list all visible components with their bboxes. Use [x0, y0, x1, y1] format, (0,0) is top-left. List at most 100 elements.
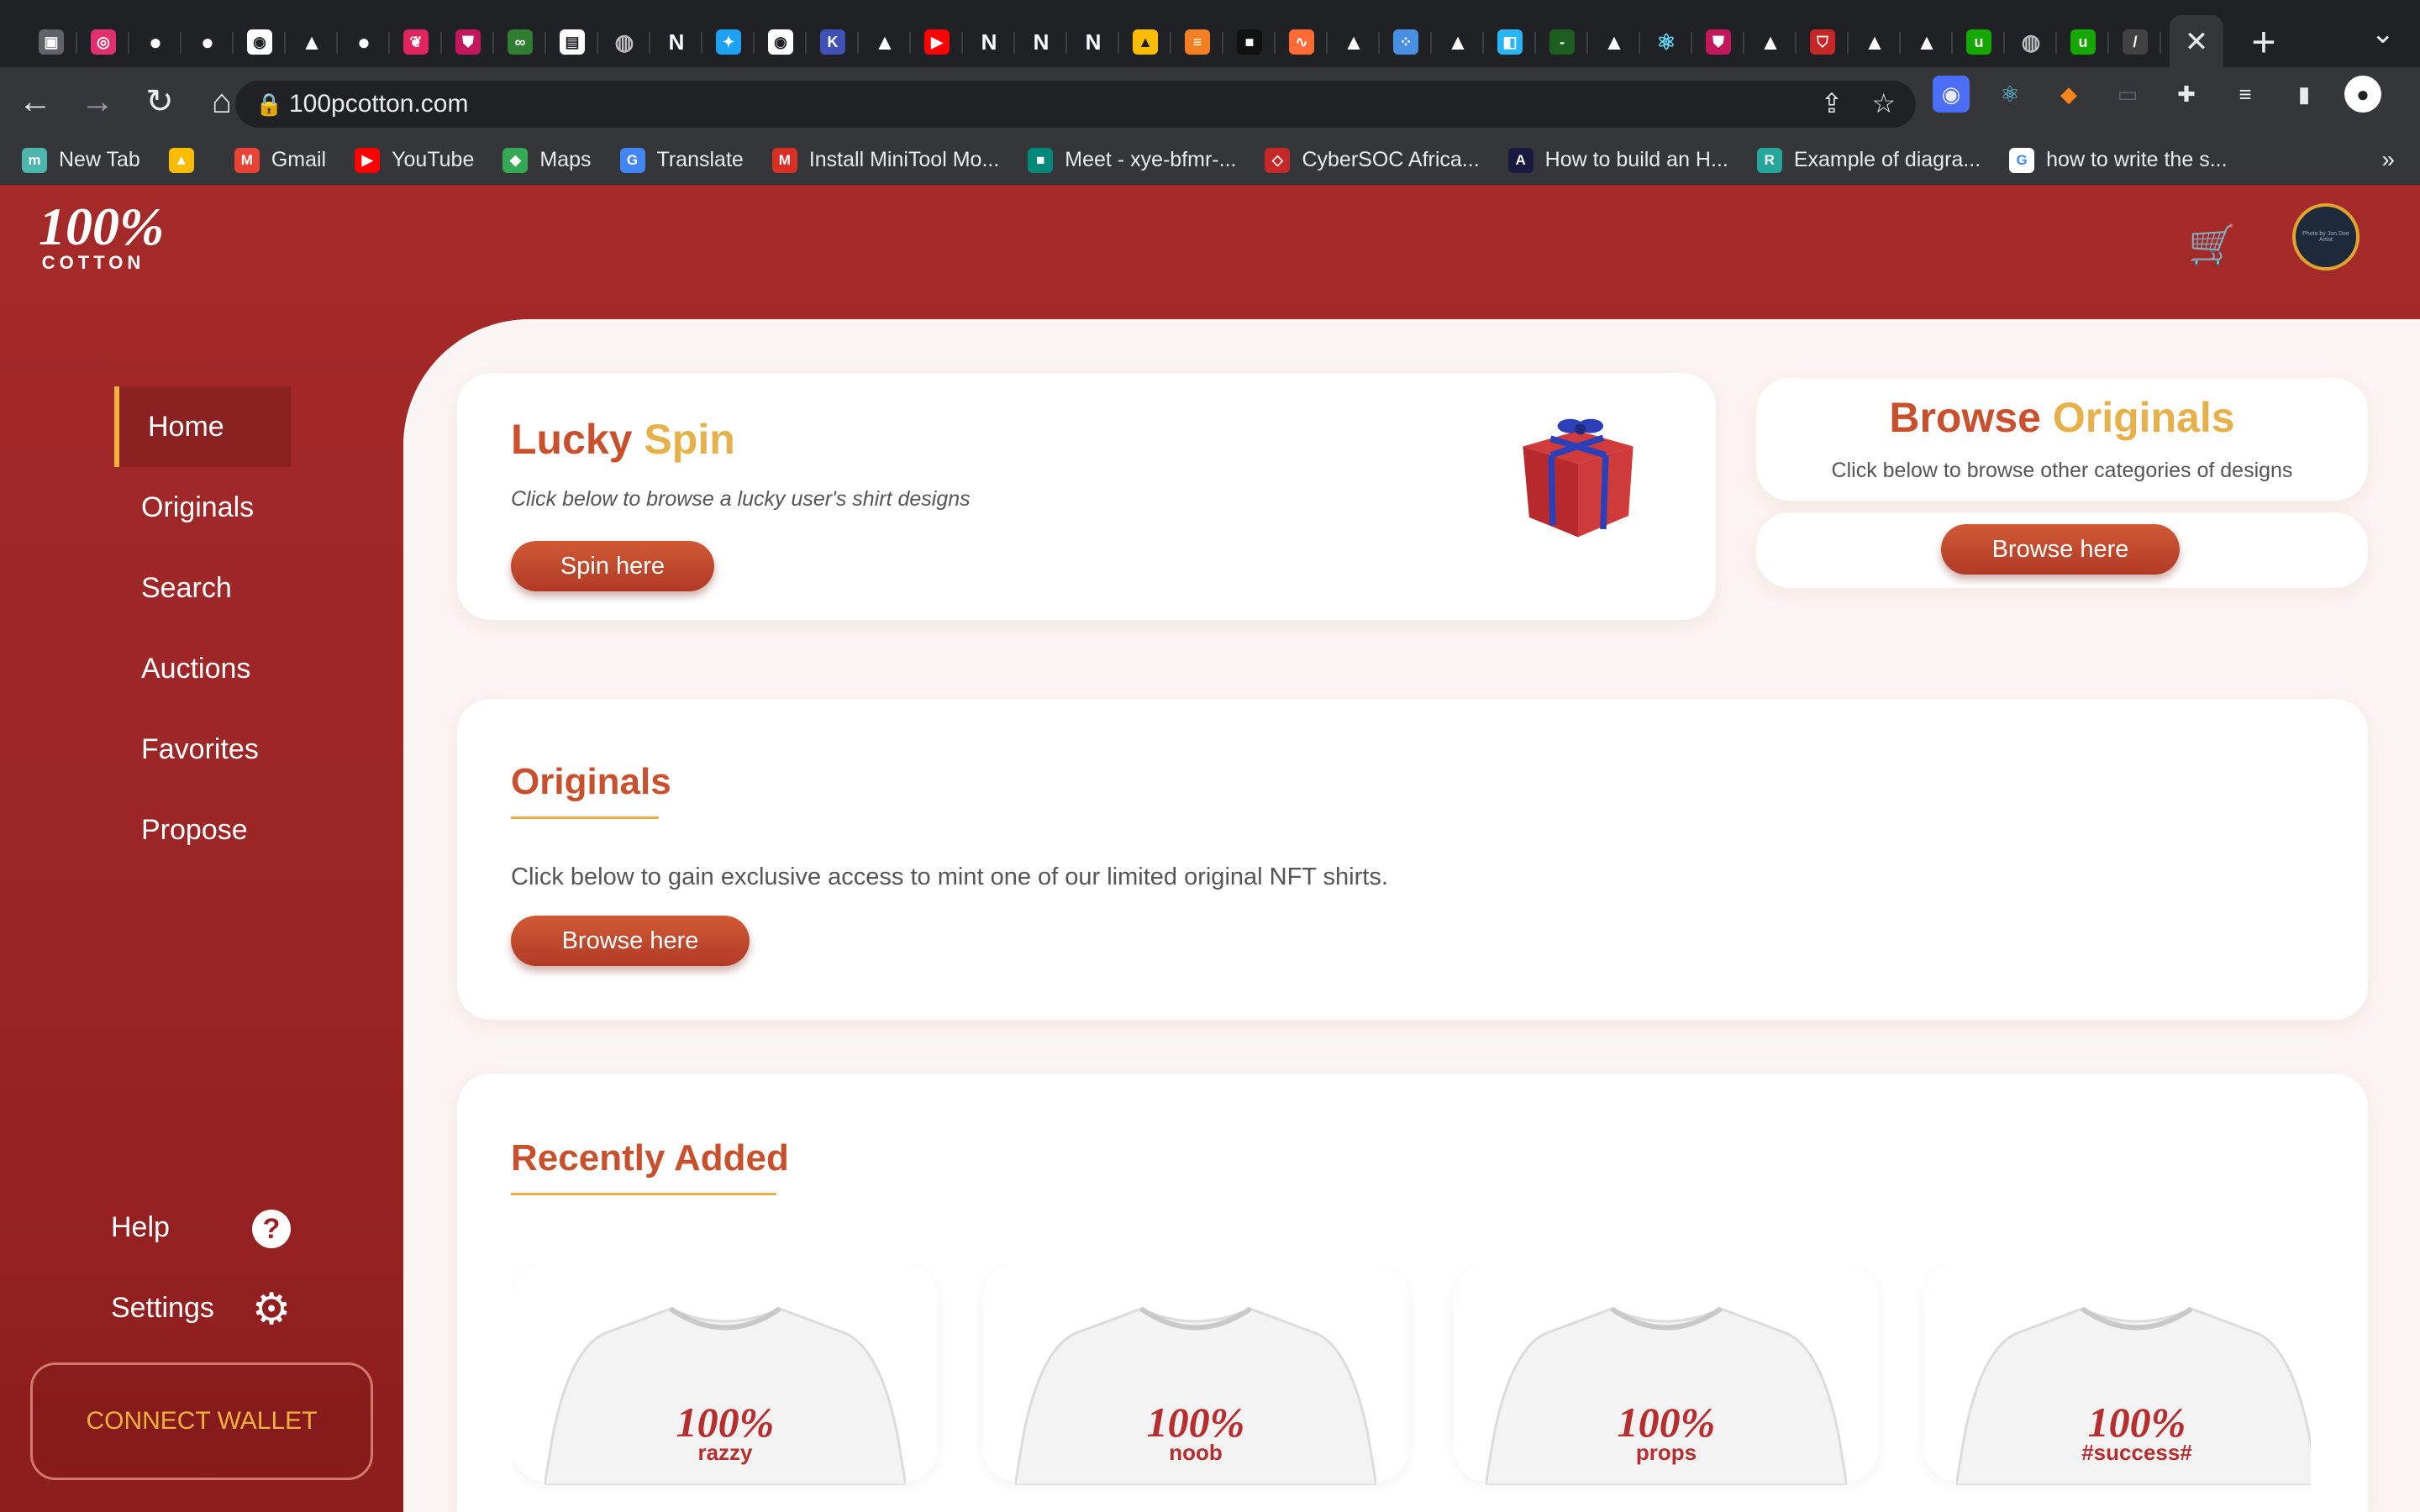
shirt-tag-print: noob [1169, 1440, 1223, 1465]
shirt-card[interactable]: 100% #success# [1924, 1263, 2311, 1485]
bookmark-item[interactable]: ■ Meet - xye-bfmr-... [1028, 147, 1236, 173]
browser-tab[interactable]: ≡ [1171, 8, 1223, 76]
bookmarks-overflow-icon[interactable]: » [2381, 146, 2395, 173]
help-icon[interactable]: ? [252, 1210, 291, 1248]
help-link[interactable]: Help [111, 1211, 170, 1244]
chevron-down-icon[interactable]: ⌄ [2371, 17, 2396, 50]
metamask-icon[interactable]: ◆ [2050, 76, 2087, 113]
bookmark-star-icon[interactable]: ☆ [1871, 87, 1896, 119]
globe-tab-icon: ◍ [2021, 29, 2041, 55]
browser-tab[interactable]: N [650, 8, 702, 76]
side-panel-icon[interactable]: ▮ [2286, 76, 2323, 113]
back-icon[interactable]: ← [8, 75, 62, 129]
github-tab-icon: ● [357, 29, 371, 55]
browser-tab[interactable]: ▲ [1432, 8, 1484, 76]
active-tab[interactable]: ✕ [2170, 15, 2223, 69]
browser-tab[interactable]: ▲ [1328, 8, 1380, 76]
url-text[interactable]: 100pcotton.com [289, 90, 468, 118]
connect-wallet-button[interactable]: CONNECT WALLET [30, 1362, 373, 1480]
bookmark-item[interactable]: m New Tab [22, 147, 140, 173]
sidebar-item-originals[interactable]: Originals [114, 467, 291, 548]
bookmark-item[interactable]: ◆ Maps [502, 147, 592, 173]
browser-tab[interactable]: ◍ [598, 8, 650, 76]
browser-tab[interactable]: N [963, 8, 1015, 76]
browser-tab[interactable]: ● [182, 8, 234, 76]
puzzle-extensions-icon[interactable]: ✚ [2168, 76, 2205, 113]
browser-tab[interactable]: K [807, 8, 859, 76]
browser-tab[interactable]: ▶ [911, 8, 963, 76]
forward-icon[interactable]: → [71, 75, 124, 129]
react-devtools-icon[interactable]: ⚛ [1991, 76, 2028, 113]
browser-tab[interactable]: ▲ [1849, 8, 1901, 76]
address-bar[interactable]: 🔒 100pcotton.com ⇪ ☆ [235, 81, 1916, 128]
browser-tab[interactable]: ◉ [755, 8, 807, 76]
lucky-spin-title: Lucky Spin [511, 415, 735, 464]
sidebar-item-auctions[interactable]: Auctions [114, 628, 291, 709]
browser-tab[interactable]: ▣ [25, 8, 77, 76]
browser-tab[interactable]: ▤ [546, 8, 598, 76]
bookmark-item[interactable]: ▲ [168, 147, 206, 173]
screen-capture-extension-icon[interactable]: ◉ [1933, 76, 1970, 113]
browser-tab[interactable]: u [1953, 8, 2005, 76]
bookmark-item[interactable]: M Gmail [234, 147, 326, 173]
browser-tab[interactable]: N [1015, 8, 1067, 76]
bookmark-item[interactable]: ◇ CyberSOC Africa... [1265, 147, 1480, 173]
sidebar-item-propose[interactable]: Propose [114, 790, 291, 870]
browser-tab[interactable]: - [1536, 8, 1588, 76]
browser-tab[interactable]: ∿ [1276, 8, 1328, 76]
bookmark-item[interactable]: ▶ YouTube [355, 147, 474, 173]
media-control-icon[interactable]: ≡ [2227, 76, 2264, 113]
browser-tab[interactable]: ⁘ [1380, 8, 1432, 76]
share-icon[interactable]: ⇪ [1821, 87, 1844, 119]
reload-icon[interactable]: ↻ [133, 75, 187, 129]
user-avatar[interactable]: Photo by Jon Doe Artist [2292, 203, 2360, 270]
browser-tab[interactable]: u [2057, 8, 2109, 76]
browser-tab[interactable]: ⛉ [1797, 8, 1849, 76]
browser-tab[interactable]: ▲ [1588, 8, 1640, 76]
browser-tab[interactable]: ◎ [77, 8, 129, 76]
browser-tab[interactable]: ● [338, 8, 390, 76]
extension-icon[interactable]: ▭ [2109, 76, 2146, 113]
browser-tab[interactable]: ⛊ [1692, 8, 1744, 76]
bookmark-item[interactable]: A How to build an H... [1507, 147, 1728, 173]
browser-tab[interactable]: ⚛ [1640, 8, 1692, 76]
browser-tab[interactable]: ◉ [234, 8, 286, 76]
browser-tab[interactable]: ▲ [1119, 8, 1171, 76]
bookmark-item[interactable]: M Install MiniTool Mo... [771, 147, 999, 173]
settings-link[interactable]: Settings [111, 1292, 214, 1325]
browser-tab[interactable]: / [2109, 8, 2161, 76]
bookmark-item[interactable]: Ghow to write the s... [2009, 147, 2228, 173]
cart-icon[interactable]: 🛒 [2188, 222, 2236, 268]
browser-tab[interactable]: ✦ [702, 8, 755, 76]
lock-icon[interactable]: 🔒 [255, 92, 289, 118]
originals-browse-button[interactable]: Browse here [511, 916, 750, 966]
sidebar-item-favorites[interactable]: Favorites [114, 709, 291, 790]
gear-icon[interactable]: ⚙ [252, 1285, 292, 1334]
spin-here-button[interactable]: Spin here [511, 541, 714, 591]
browser-tab[interactable]: ◍ [2005, 8, 2057, 76]
profile-avatar-icon[interactable]: ● [2344, 76, 2381, 113]
shirt-card[interactable]: 100% noob [983, 1263, 1408, 1485]
browser-tab[interactable]: ● [129, 8, 182, 76]
bookmark-item[interactable]: R Example of diagra... [1756, 147, 1981, 173]
shield-outline-tab-icon: ⛉ [1810, 29, 1835, 55]
browser-tab[interactable]: ⛊ [442, 8, 494, 76]
shirt-card[interactable]: 100% razzy [513, 1263, 938, 1485]
bookmark-item[interactable]: G Translate [619, 147, 744, 173]
browser-tab[interactable]: ◧ [1484, 8, 1536, 76]
shirt-card[interactable]: 100% props [1454, 1263, 1879, 1485]
kebab-menu-icon[interactable]: ⋮ [2403, 76, 2420, 113]
browser-tab[interactable]: ▲ [1744, 8, 1797, 76]
sidebar-item-search[interactable]: Search [114, 548, 291, 628]
browser-tab[interactable]: ▲ [286, 8, 338, 76]
browser-tab[interactable]: ■ [1223, 8, 1276, 76]
browse-originals-button[interactable]: Browse here [1941, 524, 2180, 575]
browser-tab[interactable]: ▲ [1901, 8, 1953, 76]
sidebar-item-home[interactable]: Home [114, 386, 291, 467]
browser-tab[interactable]: N [1067, 8, 1119, 76]
new-tab-button[interactable]: + [2237, 15, 2291, 69]
browser-tab[interactable]: ∞ [494, 8, 546, 76]
close-tab-icon[interactable]: ✕ [2185, 25, 2209, 59]
browser-tab[interactable]: ▲ [859, 8, 911, 76]
browser-tab[interactable]: ❦ [390, 8, 442, 76]
